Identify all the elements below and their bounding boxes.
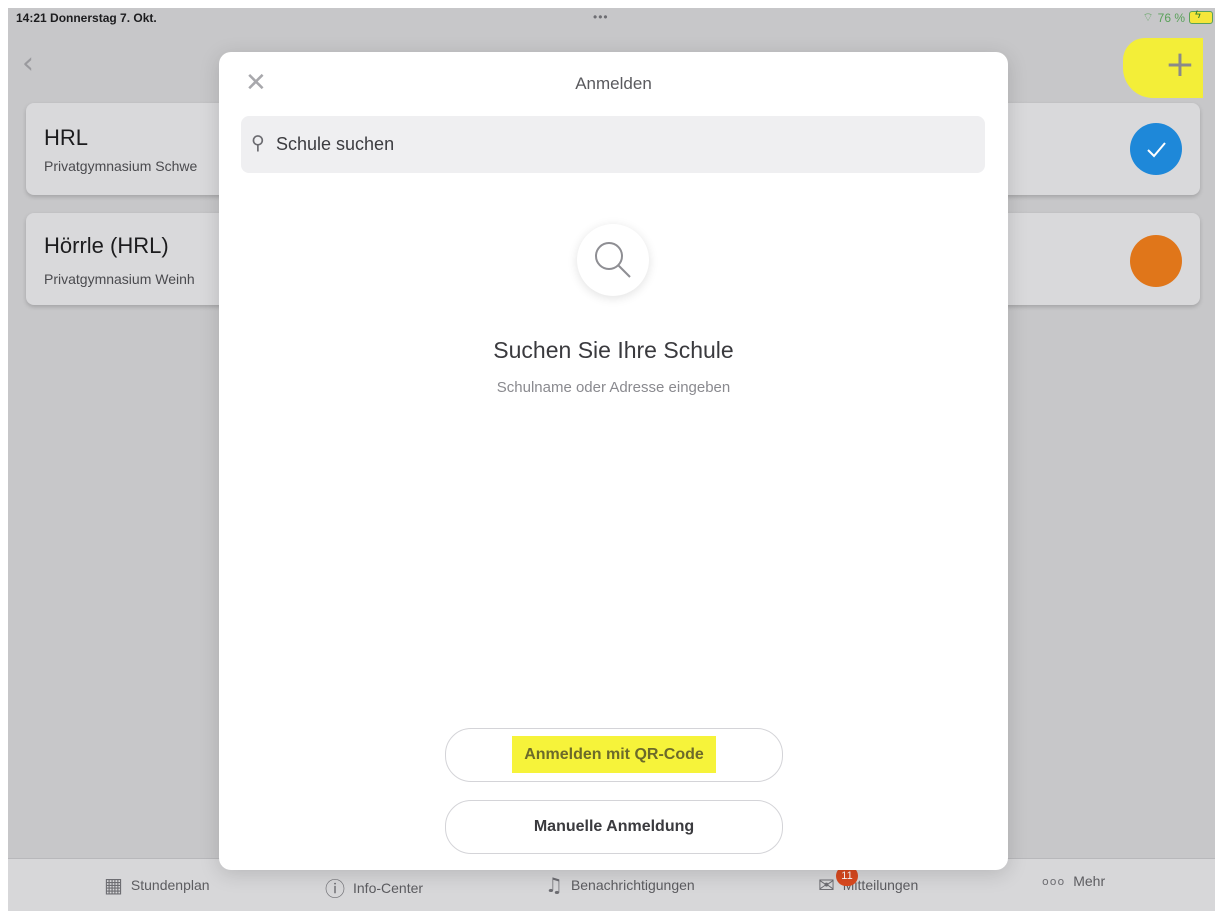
tab-mehr[interactable]: ooo Mehr <box>1042 873 1105 889</box>
modal-title: Anmelden <box>575 74 652 93</box>
more-icon: ooo <box>1042 874 1066 888</box>
multitasking-dots[interactable]: ••• <box>593 10 609 24</box>
profile-subtitle: Privatgymnasium Weinh <box>44 271 195 287</box>
tab-stundenplan[interactable]: ▦ Stundenplan <box>104 873 210 897</box>
profile-title: HRL <box>44 125 89 150</box>
search-illustration <box>595 242 631 278</box>
status-time-date: 14:21 Donnerstag 7. Okt. <box>16 11 157 25</box>
add-profile-button[interactable]: + <box>1123 38 1203 98</box>
profile-subtitle: Privatgymnasium Schwe <box>44 158 198 174</box>
info-icon: ⓘ <box>325 877 345 901</box>
chevron-left-icon[interactable]: ‹ <box>22 46 34 81</box>
tab-mitteilungen[interactable]: ✉ Mitteilungen <box>818 873 918 897</box>
search-placeholder: Schule suchen <box>276 134 395 154</box>
wifi-icon: ⌔ <box>1142 10 1154 24</box>
qr-login-button[interactable]: Anmelden mit QR-Code <box>445 728 783 782</box>
bell-icon: ♫ <box>545 873 563 897</box>
tab-label: Info-Center <box>353 879 424 896</box>
check-icon <box>1147 142 1166 158</box>
status-right: ⌔ 76 % ϟ <box>1142 9 1213 25</box>
magnifier-icon <box>577 224 649 296</box>
qr-login-label: Anmelden mit QR-Code <box>512 736 716 773</box>
search-icon: ⚲ <box>251 132 265 154</box>
mail-icon: ✉ <box>818 873 835 897</box>
search-heading: Suchen Sie Ihre Schule <box>493 337 734 363</box>
tab-benachrichtigungen[interactable]: ♫ Benachrichtigungen <box>545 873 695 897</box>
calendar-icon: ▦ <box>104 873 123 897</box>
search-hint: Schulname oder Adresse eingeben <box>496 379 731 396</box>
login-modal: ✕ Anmelden ⚲ Schule suchen Suchen Sie Ih… <box>219 52 1008 870</box>
school-search-input[interactable]: ⚲ Schule suchen <box>241 116 985 173</box>
profile-title: Hörrle (HRL) <box>44 233 169 258</box>
manual-login-button[interactable]: Manuelle Anmeldung <box>445 800 783 854</box>
tab-info-center[interactable]: ⓘ Info-Center <box>325 873 423 902</box>
plus-icon: + <box>1164 44 1195 85</box>
tab-label: Benachrichtigungen <box>570 877 695 893</box>
profile-color-badge <box>1130 235 1182 287</box>
tab-label: Mehr <box>1073 873 1106 889</box>
active-check-badge <box>1130 123 1182 175</box>
battery-icon: ϟ <box>1189 9 1213 24</box>
battery-percent: 76 % <box>1157 10 1185 25</box>
manual-login-label: Manuelle Anmeldung <box>533 818 695 835</box>
status-bar: 14:21 Donnerstag 7. Okt. ••• ⌔ 76 % ϟ <box>8 8 1215 30</box>
tab-label: Stundenplan <box>130 877 210 893</box>
